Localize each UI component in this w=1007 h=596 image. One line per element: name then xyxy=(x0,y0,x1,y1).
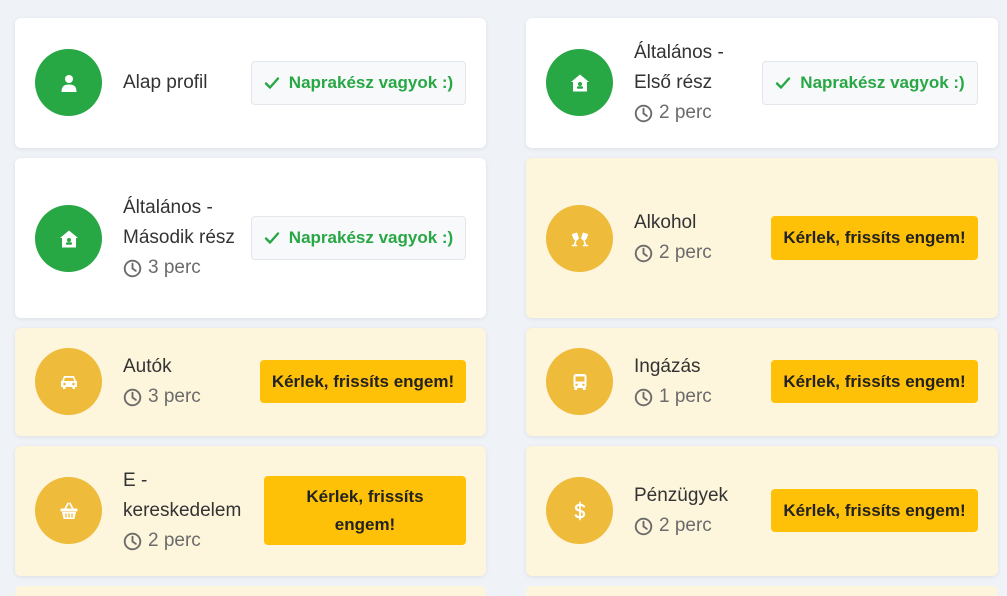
up-to-date-button[interactable]: Naprakész vagyok :) xyxy=(251,216,466,260)
refresh-button[interactable]: Kérlek, frissíts engem! xyxy=(260,360,466,403)
card-title: Autók xyxy=(123,356,172,377)
duration: 3 perc xyxy=(123,382,248,412)
duration: 2 perc xyxy=(634,511,759,541)
survey-card-ingazas: Ingázás 1 perc Kérlek, frissíts engem! xyxy=(526,328,998,436)
home-icon xyxy=(546,49,613,116)
clock-icon xyxy=(123,532,142,550)
check-icon xyxy=(264,77,279,89)
button-label: Naprakész vagyok :) xyxy=(800,73,965,92)
survey-card-altalanos-masodik: Általános - Második rész 3 perc Naprakés… xyxy=(15,158,486,318)
car-icon xyxy=(35,348,102,415)
card-title: Pénzügyek xyxy=(634,485,729,506)
bus-icon xyxy=(546,348,613,415)
clock-icon xyxy=(634,517,653,535)
refresh-button[interactable]: Kérlek, frissíts engem! xyxy=(771,360,978,403)
card-title: Általános - Második rész xyxy=(123,197,235,248)
duration: 2 perc xyxy=(634,238,759,268)
clock-icon xyxy=(634,388,653,406)
clock-icon xyxy=(634,104,653,122)
survey-card-alap-profil: Alap profil Naprakész vagyok :) xyxy=(15,18,486,148)
card-title: Ingázás xyxy=(634,356,701,377)
duration: 2 perc xyxy=(634,98,759,128)
duration: 1 perc xyxy=(634,382,759,412)
next-card-edge xyxy=(526,586,998,596)
card-title: Alkohol xyxy=(634,212,697,233)
check-icon xyxy=(776,77,791,89)
card-title: Alap profil xyxy=(123,72,208,93)
card-title: E - kereskedelem xyxy=(123,470,242,521)
check-icon xyxy=(264,232,279,244)
survey-card-e-kereskedelem: E - kereskedelem 2 perc Kérlek, frissíts… xyxy=(15,446,486,576)
survey-card-alkohol: Alkohol 2 perc Kérlek, frissíts engem! xyxy=(526,158,998,318)
refresh-button[interactable]: Kérlek, frissíts engem! xyxy=(771,216,978,260)
button-label: Naprakész vagyok :) xyxy=(288,73,454,92)
button-label: Naprakész vagyok :) xyxy=(288,228,454,247)
refresh-button[interactable]: Kérlek, frissíts engem! xyxy=(771,489,978,532)
card-title: Általános - Első rész xyxy=(634,42,724,93)
clock-icon xyxy=(123,259,142,277)
survey-card-altalanos-elso: Általános - Első rész 2 perc Naprakész v… xyxy=(526,18,998,148)
shopping-basket-icon xyxy=(35,477,102,544)
dollar-icon xyxy=(546,477,613,544)
refresh-button[interactable]: Kérlek, frissíts engem! xyxy=(264,476,466,545)
up-to-date-button[interactable]: Naprakész vagyok :) xyxy=(251,61,466,105)
home-icon xyxy=(35,205,102,272)
survey-card-penzugyek: Pénzügyek 2 perc Kérlek, frissíts engem! xyxy=(526,446,998,576)
next-card-edge xyxy=(15,586,486,596)
glass-cheers-icon xyxy=(546,205,613,272)
clock-icon xyxy=(123,388,142,406)
up-to-date-button[interactable]: Naprakész vagyok :) xyxy=(762,61,978,105)
survey-card-autok: Autók 3 perc Kérlek, frissíts engem! xyxy=(15,328,486,436)
duration: 2 perc xyxy=(123,526,248,556)
clock-icon xyxy=(634,244,653,262)
user-icon xyxy=(35,49,102,116)
duration: 3 perc xyxy=(123,253,248,283)
